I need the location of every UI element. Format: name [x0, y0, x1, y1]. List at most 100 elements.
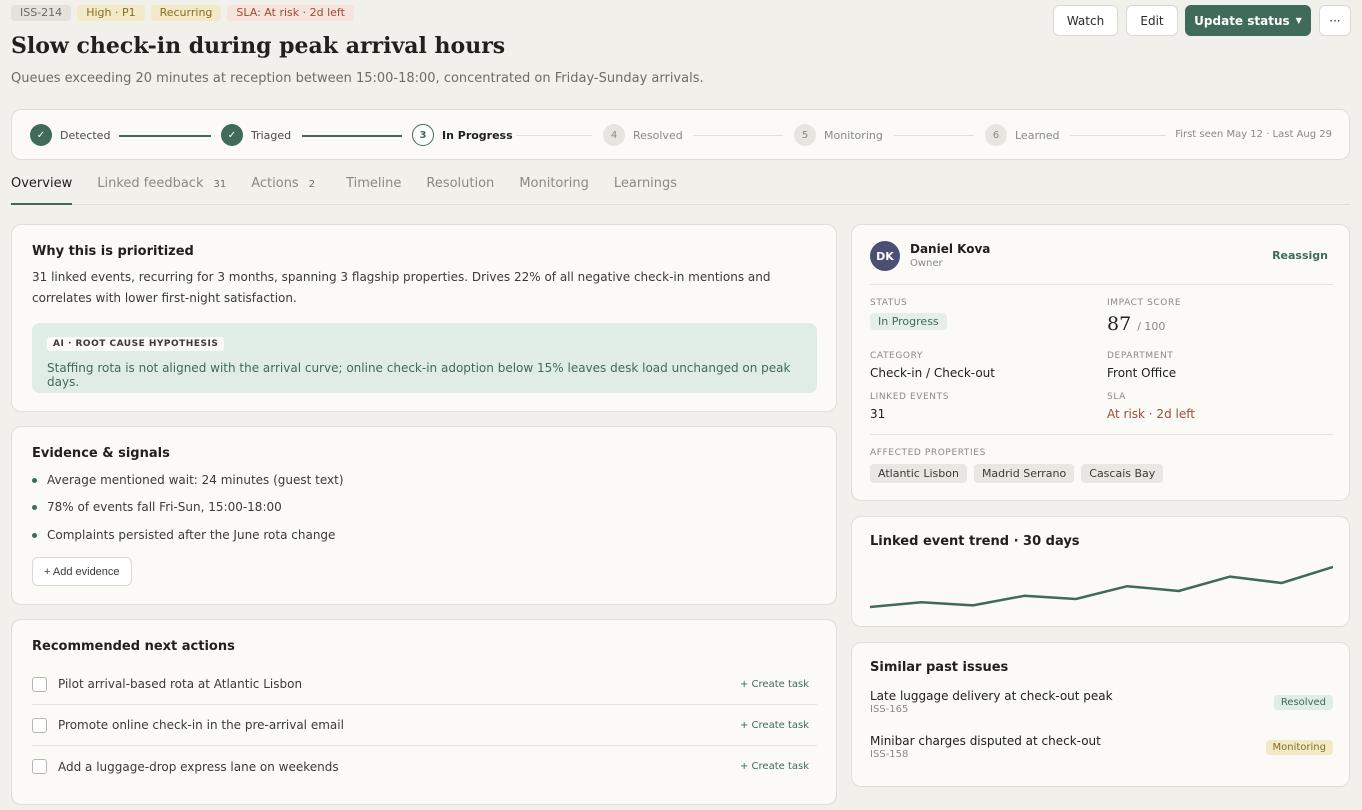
evidence-item: 78% of events fall Fri-Sun, 15:00-18:00 [32, 500, 282, 514]
card-title: Linked event trend · 30 days [870, 534, 1080, 549]
step-number: 5 [794, 124, 816, 146]
step-resolved: 4 Resolved [603, 124, 683, 146]
similar-issues-card: Similar past issues Late luggage deliver… [851, 642, 1350, 787]
sla-tag: SLA: At risk · 2d left [227, 5, 354, 21]
status-badge: In Progress [870, 313, 947, 330]
impact-score-label: IMPACT SCORE [1107, 298, 1182, 308]
department-label: DEPARTMENT [1107, 351, 1174, 361]
tab-linked-feedback[interactable]: Linked feedback 31 [97, 168, 226, 205]
reassign-link[interactable]: Reassign [1272, 249, 1328, 262]
step-monitoring: 5 Monitoring [794, 124, 883, 146]
edit-button[interactable]: Edit [1126, 5, 1178, 36]
similar-issue-item[interactable]: Minibar charges disputed at check-out IS… [870, 734, 1333, 760]
category-label: CATEGORY [870, 351, 923, 361]
affected-properties-label: AFFECTED PROPERTIES [870, 448, 986, 458]
owner-name: Daniel Kova [910, 242, 991, 256]
evidence-text: Complaints persisted after the June rota… [47, 528, 336, 542]
action-text: Promote online check-in in the pre-arriv… [58, 718, 344, 732]
trend-sparkline [870, 565, 1333, 609]
tab-monitoring[interactable]: Monitoring [519, 168, 589, 205]
create-task-link[interactable]: + Create task [740, 679, 809, 690]
step-label: Triaged [251, 128, 292, 142]
check-icon: ✓ [30, 124, 52, 146]
step-detected: ✓ Detected [30, 124, 110, 146]
update-status-button[interactable]: Update status ▼ [1185, 5, 1311, 36]
card-title: Recommended next actions [32, 639, 235, 654]
step-label: Learned [1015, 128, 1060, 142]
trend-line [870, 565, 1333, 609]
step-label: Resolved [633, 128, 683, 142]
step-connector [302, 135, 402, 137]
step-number: 3 [412, 124, 434, 146]
action-text: Add a luggage-drop express lane on weeke… [58, 759, 339, 774]
property-chip: Cascais Bay [1081, 464, 1164, 483]
step-number: 4 [603, 124, 625, 146]
priority-tag: High · P1 [77, 5, 145, 21]
add-evidence-button[interactable]: + Add evidence [32, 557, 132, 586]
category-value: Check-in / Check-out [870, 366, 995, 380]
step-connector [693, 135, 783, 136]
action-checkbox[interactable] [32, 676, 47, 692]
action-row: Add a luggage-drop express lane on weeke… [32, 746, 817, 787]
step-label: Detected [60, 128, 111, 142]
tab-resolution[interactable]: Resolution [426, 168, 494, 205]
why-prioritized-card: Why this is prioritized 31 linked events… [11, 224, 837, 412]
action-checkbox[interactable] [32, 717, 47, 733]
why-text: 31 linked events, recurring for 3 months… [32, 270, 771, 305]
create-task-link[interactable]: + Create task [740, 761, 809, 772]
step-in-progress: 3 In Progress [412, 124, 513, 146]
tab-bar: Overview Linked feedback 31 Actions 2 Time… [11, 168, 702, 205]
impact-score: 87 / 100 [1107, 313, 1165, 335]
step-learned: 6 Learned [985, 124, 1060, 146]
tab-label: Resolution [426, 176, 495, 191]
tab-label: Actions [251, 176, 299, 191]
create-task-link[interactable]: + Create task [740, 720, 809, 731]
evidence-item: Complaints persisted after the June rota… [32, 528, 335, 542]
divider [870, 284, 1333, 285]
impact-score-max: / 100 [1137, 320, 1166, 333]
status-label: STATUS [870, 298, 908, 308]
tab-actions[interactable]: Actions 2 [251, 168, 315, 205]
linked-events-value: 31 [870, 407, 886, 421]
tab-label: Overview [11, 176, 73, 191]
tab-timeline[interactable]: Timeline [346, 168, 401, 205]
bullet-icon [32, 532, 37, 538]
tab-learnings[interactable]: Learnings [614, 168, 677, 205]
step-triaged: ✓ Triaged [221, 124, 291, 146]
similar-issue-id: ISS-158 [870, 749, 909, 760]
check-icon: ✓ [221, 124, 243, 146]
action-checkbox[interactable] [32, 759, 47, 774]
ai-text: Staffing rota is not aligned with the ar… [47, 361, 791, 389]
sla-label: SLA [1107, 392, 1126, 402]
step-label: In Progress [442, 128, 513, 142]
tab-label: Learnings [613, 176, 678, 191]
linked-events-label: LINKED EVENTS [870, 392, 950, 402]
step-connector [1070, 135, 1166, 136]
action-row: Pilot arrival-based rota at Atlantic Lis… [32, 664, 817, 705]
step-connector [894, 135, 974, 136]
next-actions-card: Recommended next actions Pilot arrival-b… [11, 619, 837, 805]
impact-score-value: 87 [1107, 313, 1132, 335]
tab-label: Monitoring [519, 176, 589, 191]
department-value: Front Office [1107, 366, 1177, 380]
avatar: DK [870, 241, 900, 271]
more-options-button[interactable]: ··· [1319, 5, 1351, 36]
bullet-icon [32, 504, 37, 510]
similar-issue-item[interactable]: Late luggage delivery at check-out peak … [870, 689, 1333, 715]
watch-button[interactable]: Watch [1053, 5, 1118, 36]
issue-tags: ISS-214 High · P1 Recurring SLA: At risk… [11, 5, 354, 21]
owner-role: Owner [910, 258, 943, 269]
more-icon: ··· [1329, 13, 1341, 28]
evidence-card: Evidence & signals Average mentioned wai… [11, 426, 837, 605]
chevron-down-icon: ▼ [1295, 16, 1302, 25]
tab-label: Timeline [346, 176, 402, 191]
details-card: DK Daniel Kova Owner Reassign STATUS In … [851, 224, 1350, 501]
tab-label: Linked feedback [97, 176, 204, 191]
status-badge: Monitoring [1265, 740, 1333, 755]
bullet-icon [32, 477, 37, 483]
issue-id-tag: ISS-214 [11, 5, 72, 21]
tab-count: 2 [308, 179, 316, 190]
tab-overview[interactable]: Overview [11, 168, 73, 205]
status-badge: Resolved [1273, 695, 1333, 710]
similar-issue-title: Late luggage delivery at check-out peak [870, 689, 1113, 703]
